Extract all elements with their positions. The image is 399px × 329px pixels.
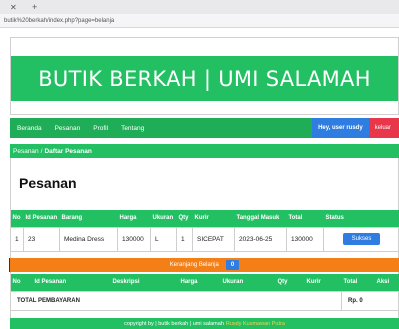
- cell-ukuran: L: [150, 226, 177, 252]
- footer-author-link[interactable]: Rusdy Kusmawan Putra: [226, 321, 285, 327]
- table-row: 1 23 Medina Dress 130000 L 1 SICEPAT 202…: [10, 226, 399, 252]
- cart-col-aksi: Aksi: [374, 274, 399, 291]
- orders-table-wrapper: No Id Pesanan Barang Harga Ukuran Qty Ku…: [10, 210, 399, 252]
- breadcrumb-current: Daftar Pesanan: [44, 147, 92, 155]
- cart-col-harga: Harga: [178, 274, 221, 291]
- col-ukuran: Ukuran: [150, 210, 177, 227]
- cart-table: No Id Pesanan Deskripsi Harga Ukuran Qty…: [10, 274, 399, 311]
- col-id-pesanan: Id Pesanan: [23, 210, 60, 227]
- nav-item-beranda[interactable]: Beranda: [17, 125, 42, 132]
- main-navbar: Beranda Pesanan Profil Tentang Hey, user…: [10, 118, 399, 138]
- cart-col-total: Total: [341, 274, 375, 291]
- cart-col-kurir: Kurir: [304, 274, 342, 291]
- user-menu-button[interactable]: Hey, user rusdy: [312, 118, 369, 138]
- cell-status: Sukses: [323, 226, 399, 252]
- address-bar[interactable]: butik%20berkah/index.php?page=belanja: [0, 14, 399, 28]
- breadcrumb: Pesanan / Daftar Pesanan: [10, 144, 399, 158]
- browser-tab-bar: ✕ +: [0, 0, 399, 14]
- col-no: No: [10, 210, 24, 227]
- nav-item-tentang[interactable]: Tentang: [121, 125, 144, 132]
- breadcrumb-separator: /: [40, 147, 43, 155]
- cell-total: 130000: [286, 226, 324, 252]
- cart-bar[interactable]: Keranjang Belanja 0: [10, 258, 399, 272]
- cart-col-id-pesanan: Id Pesanan: [32, 274, 111, 291]
- cart-col-no: No: [10, 274, 33, 291]
- nav-item-pesanan[interactable]: Pesanan: [55, 125, 81, 132]
- col-harga: Harga: [117, 210, 151, 227]
- orders-header-row: No Id Pesanan Barang Harga Ukuran Qty Ku…: [10, 210, 399, 227]
- breadcrumb-parent[interactable]: Pesanan: [13, 148, 39, 155]
- col-status: Status: [323, 210, 399, 227]
- cell-kurir: SICEPAT: [192, 226, 235, 252]
- url-text: butik%20berkah/index.php?page=belanja: [4, 17, 115, 24]
- cart-col-deskripsi: Deskripsi: [110, 274, 179, 291]
- total-pembayaran-label: TOTAL PEMBAYARAN: [10, 290, 342, 311]
- orders-table: No Id Pesanan Barang Harga Ukuran Qty Ku…: [10, 210, 399, 252]
- cart-label: Keranjang Belanja: [169, 262, 219, 268]
- col-qty: Qty: [176, 210, 193, 227]
- nav-item-profil[interactable]: Profil: [93, 125, 108, 132]
- status-sukses-button[interactable]: Sukses: [342, 233, 381, 245]
- cart-header-row: No Id Pesanan Deskripsi Harga Ukuran Qty…: [10, 274, 399, 291]
- logout-button[interactable]: keluar: [368, 118, 399, 138]
- col-tanggal-masuk: Tanggal Masuk: [234, 210, 287, 227]
- col-kurir: Kurir: [192, 210, 235, 227]
- cell-id: 23: [23, 226, 60, 252]
- cart-count-badge: 0: [225, 260, 240, 270]
- header-banner: BUTIK BERKAH | UMI SALAMAH: [11, 56, 398, 101]
- cart-col-qty: Qty: [275, 274, 305, 291]
- cell-qty: 1: [176, 226, 193, 252]
- new-tab-icon[interactable]: +: [32, 2, 37, 12]
- header-container: BUTIK BERKAH | UMI SALAMAH: [10, 37, 399, 115]
- col-barang: Barang: [59, 210, 118, 227]
- footer: copyright by | butik berkah | umi salama…: [10, 318, 399, 329]
- close-tab-icon[interactable]: ✕: [10, 3, 20, 12]
- total-pembayaran-value: Rp. 0: [341, 290, 399, 311]
- col-total: Total: [286, 210, 324, 227]
- cart-table-wrapper: No Id Pesanan Deskripsi Harga Ukuran Qty…: [10, 274, 399, 311]
- cell-harga: 130000: [117, 226, 151, 252]
- footer-copyright: copyright by | butik berkah | umi salama…: [124, 320, 224, 327]
- cell-barang: Medina Dress: [59, 226, 118, 252]
- page-title: Pesanan: [19, 175, 77, 191]
- cell-no: 1: [10, 226, 24, 252]
- site-title: BUTIK BERKAH | UMI SALAMAH: [38, 66, 371, 91]
- cell-tanggal: 2023-06-25: [234, 226, 287, 252]
- cart-col-ukuran: Ukuran: [220, 274, 276, 291]
- cart-total-row: TOTAL PEMBAYARAN Rp. 0: [10, 290, 399, 311]
